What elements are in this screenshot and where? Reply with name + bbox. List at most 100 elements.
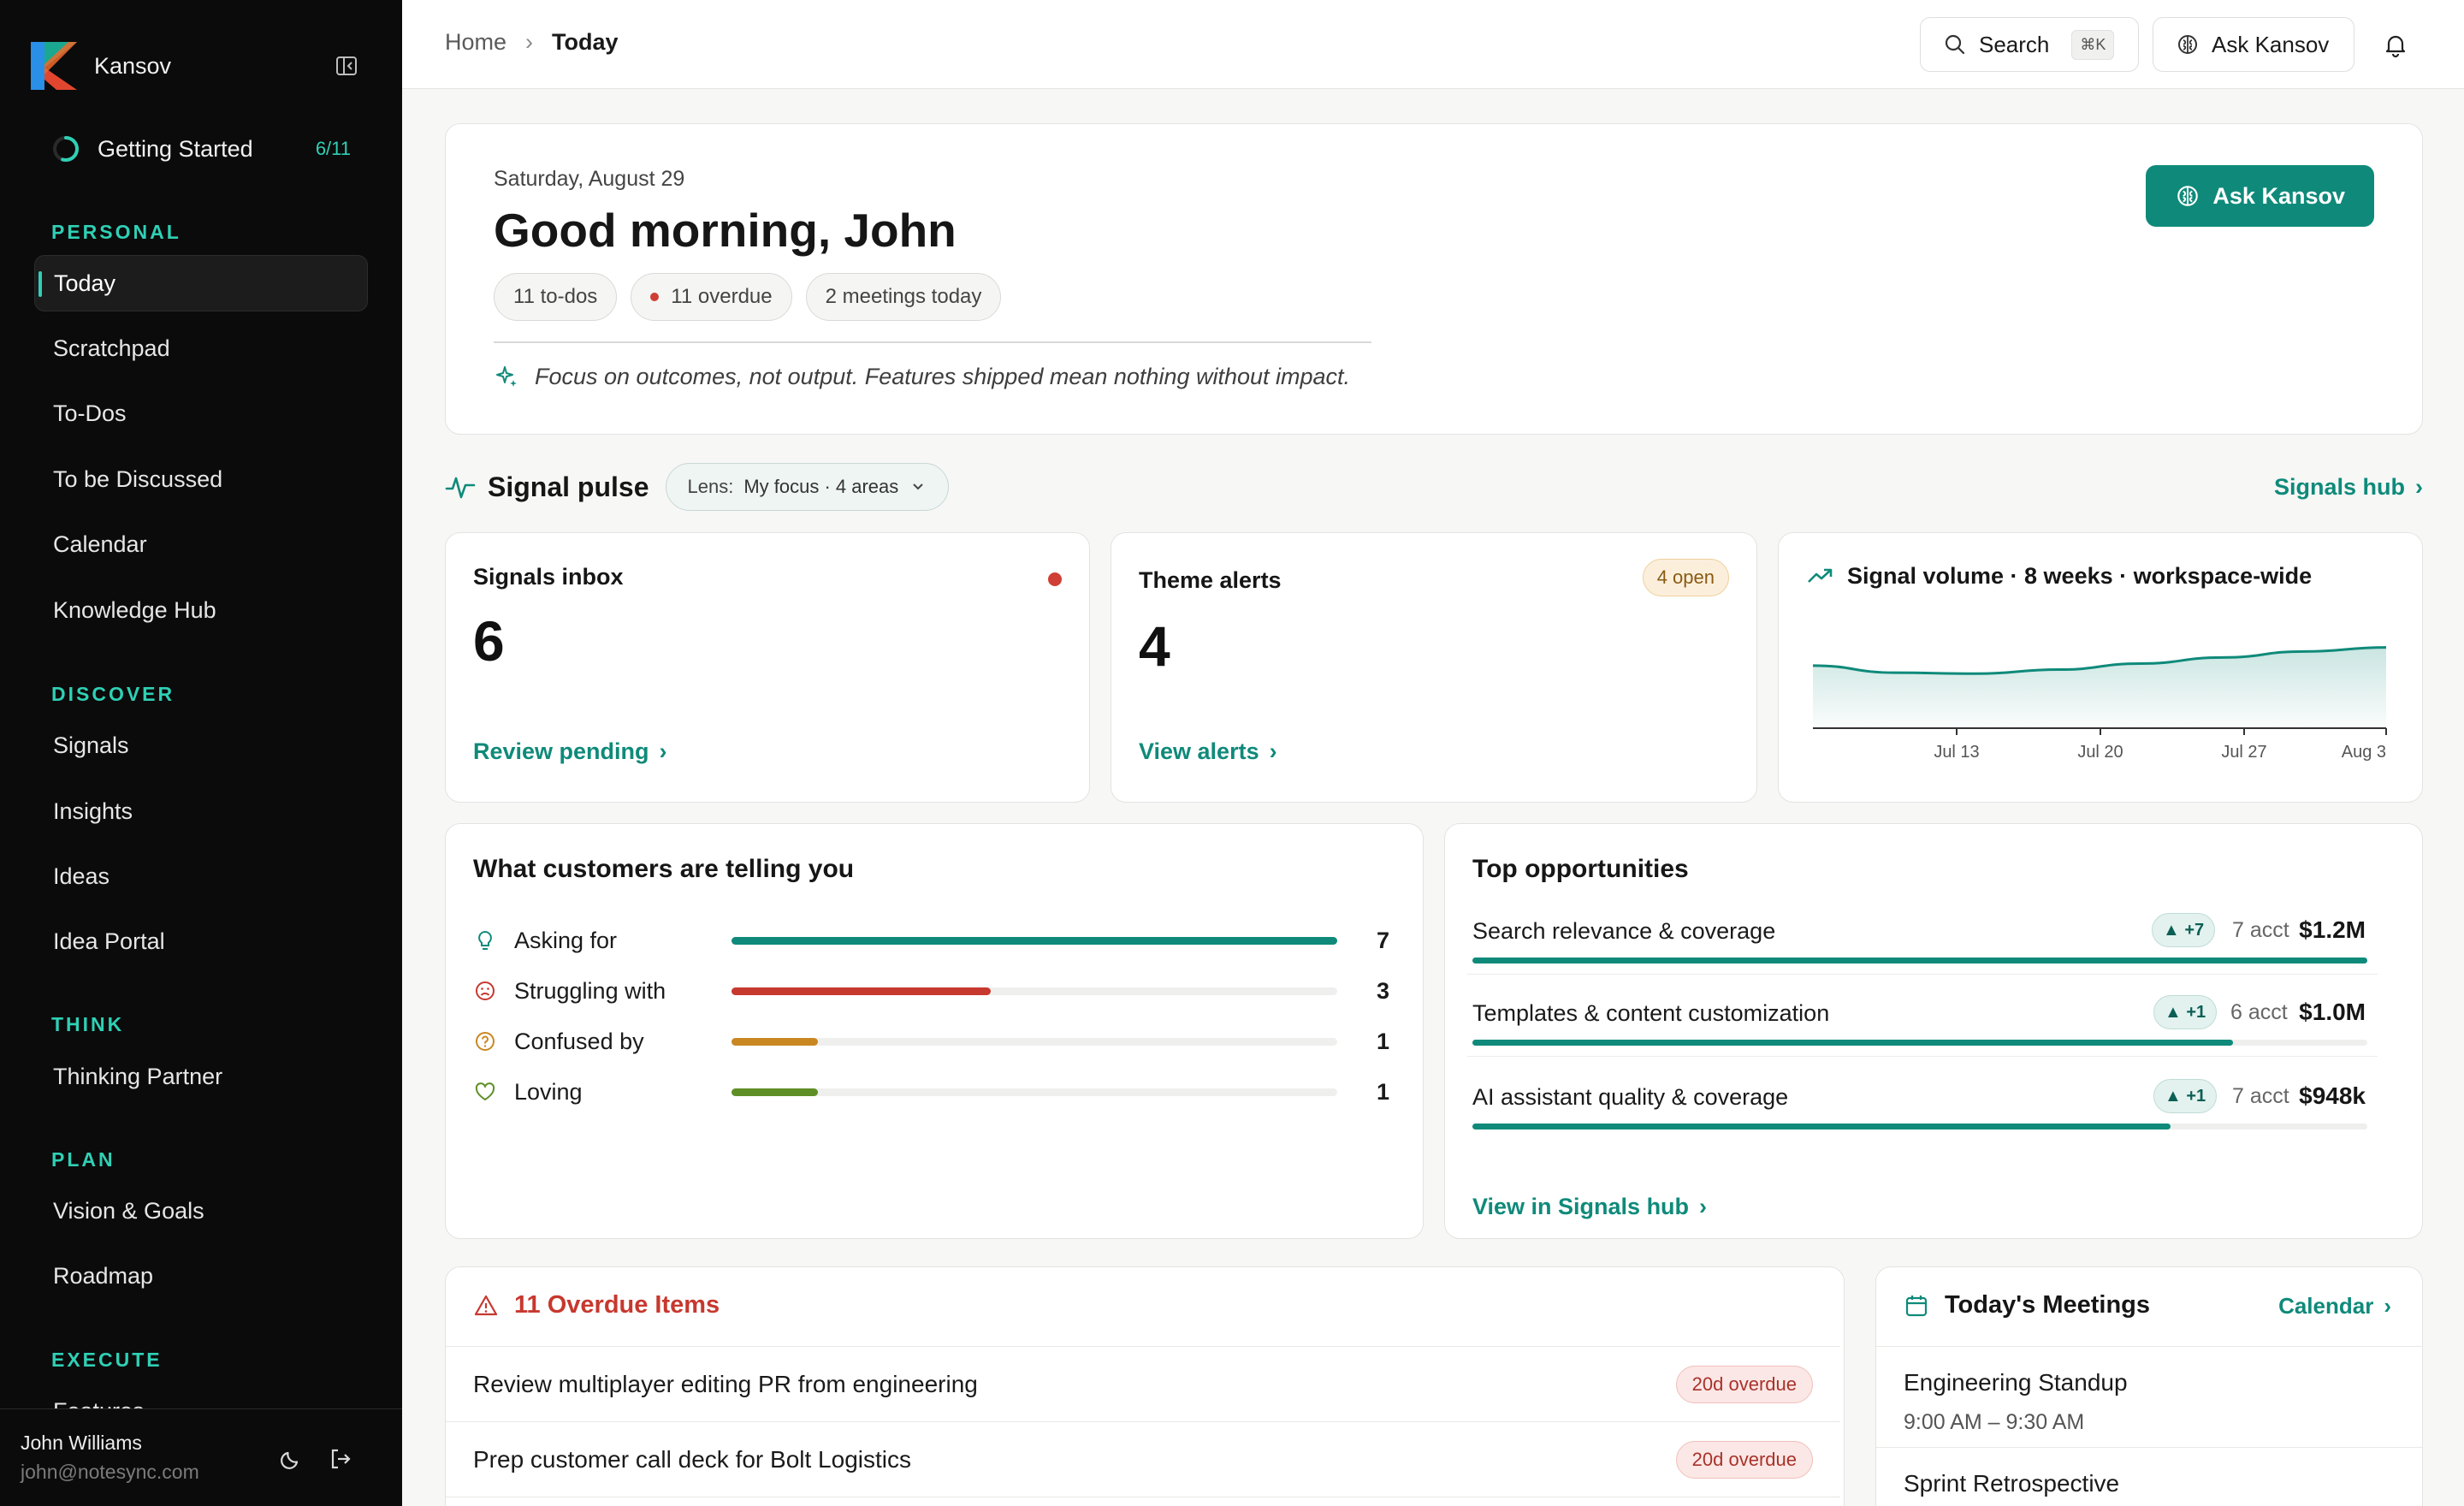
warning-icon (474, 1295, 498, 1315)
review-pending-link[interactable]: Review pending › (473, 738, 667, 765)
customer-row-confused-by[interactable]: Confused by 1 (473, 1024, 1397, 1058)
chevron-right-icon: › (659, 738, 667, 764)
signal-volume-chart: Jul 13 Jul 20 Jul 27 Aug 3 (1812, 646, 2387, 762)
brand[interactable]: Kansov (31, 41, 171, 91)
dark-mode-icon[interactable] (275, 1444, 306, 1474)
chevron-right-icon: › (525, 29, 534, 55)
overdue-item[interactable]: Prep customer call deck for Bolt Logisti… (446, 1421, 1840, 1497)
sidebar-item-scratchpad[interactable]: Scratchpad (34, 320, 368, 376)
opportunity-row[interactable]: Templates & content customization ▲ +1 6… (1467, 983, 2378, 1057)
customer-row-count: 3 (1377, 977, 1390, 1004)
getting-started-label: Getting Started (98, 135, 253, 162)
view-in-signals-hub-label: View in Signals hub (1472, 1194, 1690, 1219)
frown-icon (476, 981, 495, 1000)
meetings-chip[interactable]: 2 meetings today (805, 273, 1002, 321)
overdue-dot-icon (650, 293, 660, 301)
breadcrumb-home[interactable]: Home (445, 29, 506, 56)
sidebar-item-insights[interactable]: Insights (34, 783, 368, 839)
calendar-link-label: Calendar (2278, 1293, 2374, 1319)
activity-icon (445, 477, 476, 499)
x-tick-label: Aug 3 (2342, 743, 2386, 762)
sidebar: Kansov Getting Started 6/11 PERSONAL Tod… (0, 0, 402, 1506)
calendar-link[interactable]: Calendar › (2278, 1293, 2391, 1319)
sidebar-item-signals[interactable]: Signals (34, 717, 368, 774)
sidebar-item-vision-goals[interactable]: Vision & Goals (34, 1183, 368, 1239)
ask-kansov-label: Ask Kansov (2212, 31, 2330, 57)
signal-volume-card: Signal volume · 8 weeks · workspace-wide… (1778, 532, 2423, 803)
overdue-chip[interactable]: 11 overdue (631, 273, 792, 321)
sidebar-item-idea-portal[interactable]: Idea Portal (34, 913, 368, 969)
heart-icon (475, 1082, 495, 1100)
focus-quote-text: Focus on outcomes, not output. Features … (535, 364, 1351, 389)
sidebar-item-today[interactable]: Today (34, 255, 368, 311)
search-button[interactable]: Search ⌘K (1920, 17, 2139, 72)
chevron-down-icon (913, 483, 923, 490)
calendar-icon (1905, 1295, 1928, 1316)
signals-hub-link-label: Signals hub (2273, 473, 2405, 500)
x-tick-label: Jul 27 (2221, 743, 2266, 762)
user-block: John Williams john@notesync.com (0, 1408, 402, 1506)
lens-selector[interactable]: Lens: My focus · 4 areas (666, 463, 950, 511)
chevron-right-icon: › (2384, 1293, 2391, 1319)
customer-row-asking-for[interactable]: Asking for 7 (473, 923, 1397, 958)
opportunity-name: Search relevance & coverage (1472, 918, 1776, 944)
signal-volume-title: Signal volume · 8 weeks · workspace-wide (1847, 562, 2313, 589)
opportunity-bar-fill (1472, 958, 2367, 963)
meeting-time: 9:00 AM – 9:30 AM (1904, 1410, 2085, 1434)
sidebar-item-thinking-partner[interactable]: Thinking Partner (34, 1048, 368, 1105)
customer-row-loving[interactable]: Loving 1 (473, 1075, 1397, 1109)
summary-chips: 11 to-dos 11 overdue 2 meetings today (494, 273, 1002, 321)
view-in-signals-hub-link[interactable]: View in Signals hub › (1472, 1194, 1707, 1220)
sidebar-item-roadmap[interactable]: Roadmap (34, 1248, 368, 1304)
progress-ring-icon (53, 136, 79, 162)
sidebar-item-calendar[interactable]: Calendar (34, 516, 368, 572)
theme-alerts-card[interactable]: Theme alerts 4 open 4 View alerts › (1111, 532, 1757, 803)
opportunity-delta-badge: ▲ +1 (2153, 1079, 2218, 1113)
open-alerts-badge: 4 open (1642, 559, 1729, 596)
customer-row-label: Loving (514, 1078, 583, 1105)
opportunity-delta-badge: ▲ +7 (2152, 913, 2216, 947)
overdue-item[interactable]: Review multiplayer editing PR from engin… (446, 1346, 1840, 1421)
customer-row-struggling-with[interactable]: Struggling with 3 (473, 974, 1397, 1008)
view-alerts-link[interactable]: View alerts › (1139, 738, 1277, 765)
brain-icon (2177, 186, 2199, 206)
overdue-item-title: Prep customer call deck for Bolt Logisti… (473, 1445, 911, 1473)
signal-pulse-title: Signal pulse (488, 471, 649, 502)
sidebar-item-knowledge-hub[interactable]: Knowledge Hub (34, 582, 368, 638)
customers-card: What customers are telling you Asking fo… (445, 823, 1424, 1239)
opportunity-accounts: 7 acct (2232, 1084, 2289, 1108)
section-execute: EXECUTE (51, 1349, 163, 1371)
logout-icon[interactable] (325, 1444, 356, 1474)
search-icon (1945, 34, 1965, 55)
getting-started[interactable]: Getting Started 6/11 (51, 130, 351, 168)
meeting-item[interactable]: Engineering Standup 9:00 AM – 9:30 AM (1876, 1346, 2422, 1447)
customer-bar-track (732, 1088, 1337, 1096)
opportunity-row[interactable]: Search relevance & coverage ▲ +7 7 acct … (1467, 901, 2378, 975)
sidebar-item-to-be-discussed[interactable]: To be Discussed (34, 451, 368, 507)
customer-row-count: 7 (1377, 927, 1390, 953)
todos-chip[interactable]: 11 to-dos (494, 273, 618, 321)
app-name: Kansov (94, 52, 172, 79)
overdue-badge: 20d overdue (1675, 1365, 1813, 1403)
x-tick-label: Jul 20 (2077, 743, 2123, 762)
ask-kansov-top-button[interactable]: Ask Kansov (2153, 17, 2354, 72)
signals-hub-link[interactable]: Signals hub › (2274, 474, 2423, 501)
chevron-right-icon: › (1269, 738, 1277, 764)
opportunity-bar-track (1472, 958, 2367, 963)
overdue-item[interactable] (446, 1497, 1840, 1506)
signals-inbox-card[interactable]: Signals inbox 6 Review pending › (445, 532, 1090, 803)
collapse-sidebar-icon[interactable] (332, 51, 361, 80)
breadcrumb-current: Today (552, 29, 619, 55)
meeting-item[interactable]: Sprint Retrospective (1876, 1447, 2422, 1506)
opportunity-row[interactable]: AI assistant quality & coverage ▲ +1 7 a… (1467, 1067, 2378, 1141)
customer-bar-fill (732, 987, 992, 995)
customer-row-count: 1 (1377, 1078, 1390, 1105)
sidebar-item-ideas[interactable]: Ideas (34, 848, 368, 904)
ask-kansov-button[interactable]: Ask Kansov (2146, 165, 2374, 227)
sidebar-item-todos[interactable]: To-Dos (34, 385, 368, 442)
signal-pulse-header: Signal pulse Lens: My focus · 4 areas Si… (445, 462, 2423, 512)
opportunity-value: $1.2M (2299, 916, 2366, 943)
bell-icon[interactable] (2377, 26, 2414, 63)
getting-started-progress: 6/11 (315, 138, 351, 159)
todos-chip-label: 11 to-dos (513, 285, 598, 308)
